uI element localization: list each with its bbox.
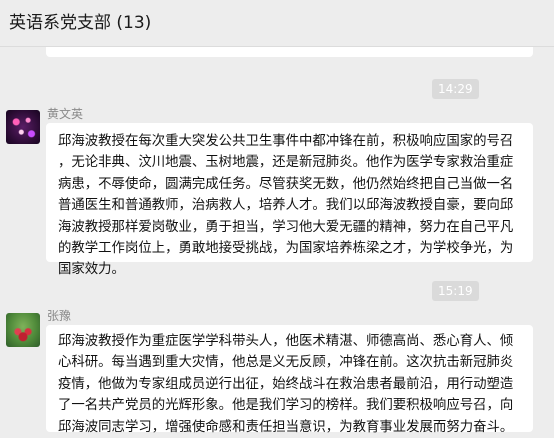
- sender-avatar[interactable]: [6, 313, 40, 347]
- chat-header: 英语系党支部 (13): [0, 0, 554, 47]
- message-text: 邱海波教授作为重症医学学科带头人，他医术精湛、师德高尚、悉心育人、倾 心科研。每…: [58, 334, 514, 435]
- message-bubble[interactable]: 邱海波教授作为重症医学学科带头人，他医术精湛、师德高尚、悉心育人、倾 心科研。每…: [46, 325, 533, 435]
- chat-title: 英语系党支部 (13): [9, 13, 152, 33]
- message-timestamp: 14:29: [432, 79, 479, 99]
- message-timestamp: 15:19: [432, 281, 479, 301]
- sender-avatar[interactable]: [6, 110, 40, 144]
- sender-name: 黄文英: [47, 107, 84, 121]
- message-bubble[interactable]: 邱海波教授在每次重大突发公共卫生事件中都冲锋在前，积极响应国家的号召 ，无论非典…: [46, 123, 533, 277]
- sender-name: 张豫: [47, 309, 72, 323]
- message-text: 邱海波教授在每次重大突发公共卫生事件中都冲锋在前，积极响应国家的号召 ，无论非典…: [58, 134, 514, 278]
